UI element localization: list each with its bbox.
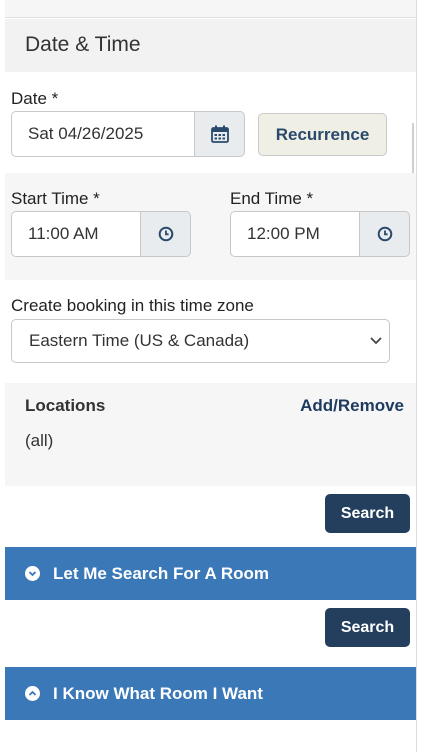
clock-icon — [158, 226, 173, 242]
chevron-up-circle-icon — [25, 686, 40, 701]
accordion-label: Let Me Search For A Room — [53, 563, 269, 583]
chevron-down-circle-icon — [25, 566, 40, 581]
start-time-group: 11:00 AM — [11, 211, 191, 257]
top-panel-edge — [5, 0, 416, 18]
recurrence-button[interactable]: Recurrence — [258, 113, 387, 156]
end-time-input[interactable]: 12:00 PM — [230, 211, 359, 257]
calendar-icon — [210, 125, 229, 143]
accordion-label: I Know What Room I Want — [53, 683, 263, 703]
accordion-search-for-room[interactable]: Let Me Search For A Room — [5, 547, 416, 600]
add-remove-link[interactable]: Add/Remove — [300, 396, 404, 416]
calendar-button[interactable] — [194, 111, 245, 157]
locations-label: Locations — [25, 396, 106, 415]
timezone-label: Create booking in this time zone — [11, 296, 254, 315]
date-field-group: Sat 04/26/2025 — [11, 111, 245, 157]
end-time-label: End Time * — [230, 189, 314, 208]
end-time-group: 12:00 PM — [230, 211, 410, 257]
start-time-picker-button[interactable] — [140, 211, 191, 257]
locations-panel: Locations Add/Remove (all) — [5, 383, 416, 486]
start-time-label: Start Time * — [11, 189, 100, 208]
locations-value: (all) — [25, 431, 54, 450]
section-title: Date & Time — [25, 33, 141, 56]
date-label: Date * — [11, 89, 59, 108]
divider — [412, 123, 414, 175]
date-time-header: Date & Time — [5, 19, 416, 72]
end-time-picker-button[interactable] — [359, 211, 410, 257]
accordion-know-room[interactable]: I Know What Room I Want — [5, 667, 416, 720]
clock-icon — [377, 226, 392, 242]
panel-right-border — [416, 0, 417, 752]
timezone-select[interactable]: Eastern Time (US & Canada) — [11, 319, 390, 363]
search-button[interactable]: Search — [325, 608, 410, 647]
chevron-down-icon — [370, 337, 382, 345]
search-button[interactable]: Search — [325, 494, 410, 533]
date-input[interactable]: Sat 04/26/2025 — [11, 111, 194, 157]
timezone-selected-value: Eastern Time (US & Canada) — [29, 331, 250, 350]
start-time-input[interactable]: 11:00 AM — [11, 211, 140, 257]
